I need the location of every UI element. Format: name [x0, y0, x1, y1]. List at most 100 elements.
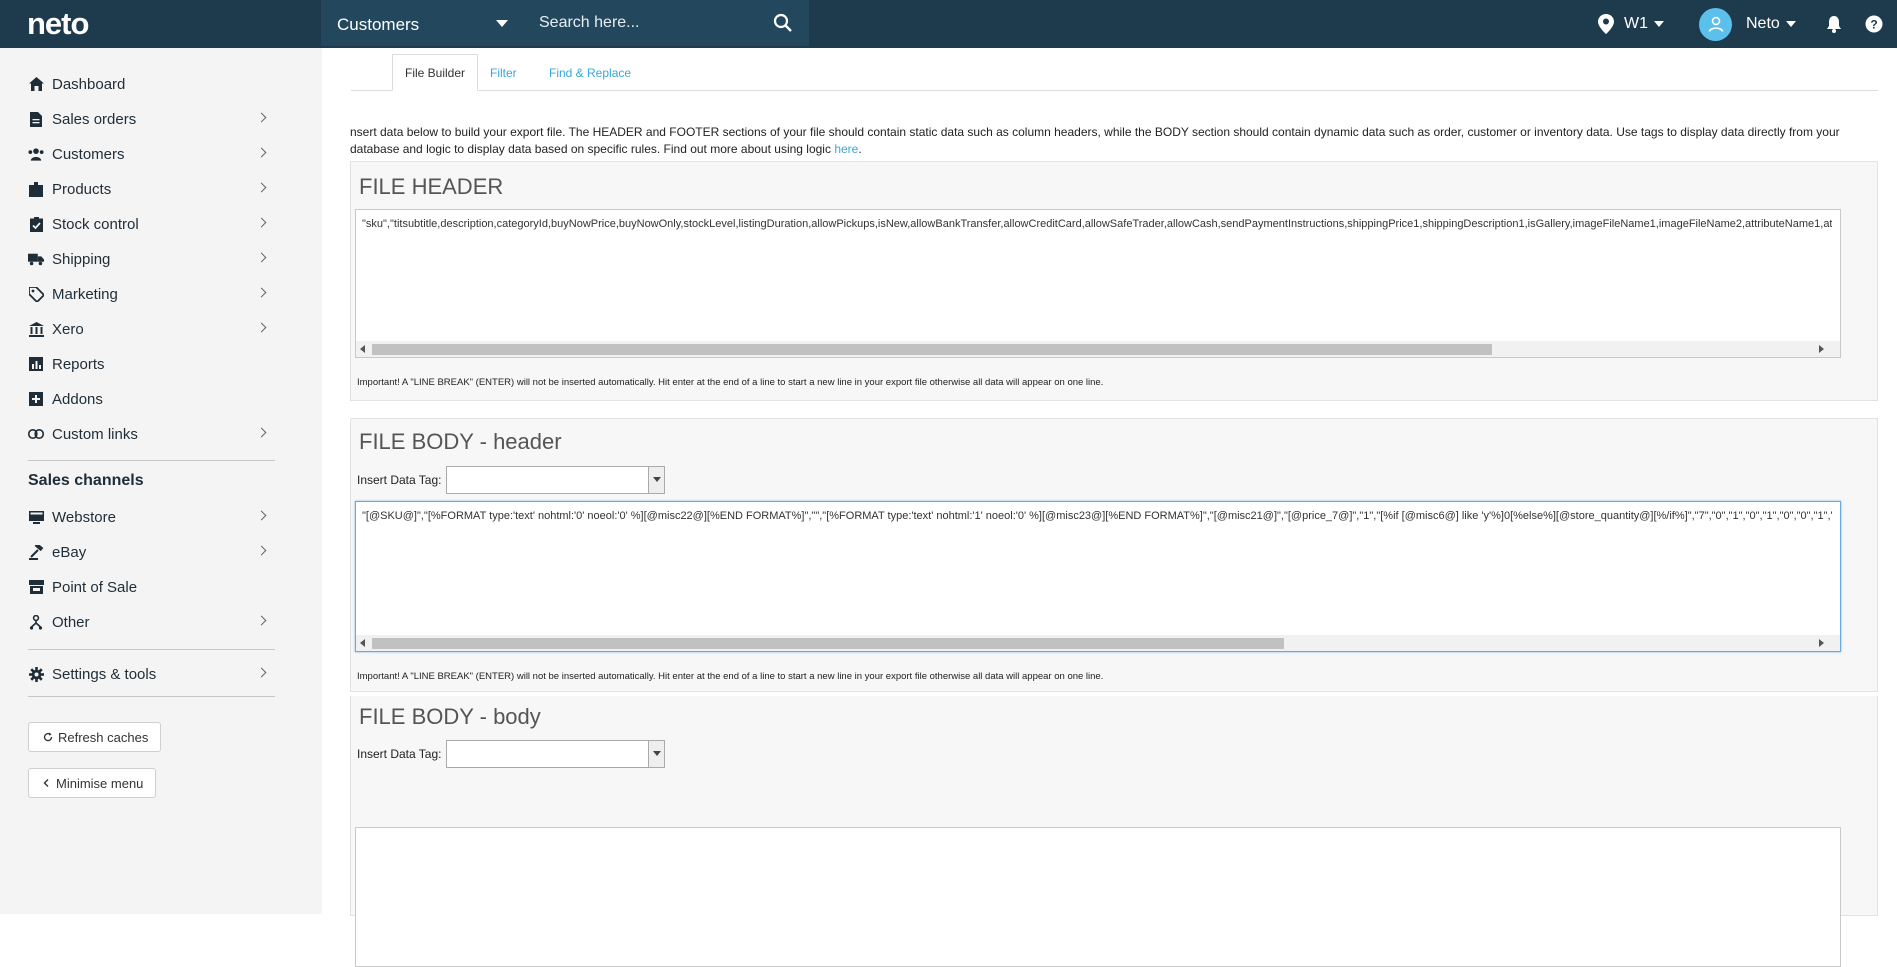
- sidebar-item-reports[interactable]: Reports: [28, 349, 275, 379]
- horizontal-scrollbar[interactable]: [356, 635, 1840, 651]
- intro-text: nsert data below to build your export fi…: [350, 124, 1880, 158]
- line-break-note: Important! A "LINE BREAK" (ENTER) will n…: [357, 671, 1104, 682]
- sidebar-item-label: Other: [52, 613, 90, 631]
- map-pin-icon: [1598, 14, 1614, 34]
- horizontal-scrollbar[interactable]: [356, 341, 1840, 357]
- scrollbar-thumb[interactable]: [372, 638, 1284, 649]
- plus-square-icon: [28, 391, 44, 407]
- tab-find-replace[interactable]: Find & Replace: [537, 54, 643, 91]
- insert-data-tag-select[interactable]: [445, 466, 665, 494]
- tab-filter[interactable]: Filter: [478, 54, 529, 91]
- chevron-down-icon: [1785, 21, 1796, 27]
- sidebar-item-xero[interactable]: Xero: [28, 314, 275, 344]
- file-header-title: FILE HEADER: [359, 174, 504, 199]
- sidebar-divider: [28, 460, 275, 461]
- sidebar-item-other[interactable]: Other: [28, 607, 275, 637]
- chevron-right-icon: [256, 252, 267, 263]
- store-icon: [28, 579, 44, 595]
- user-menu[interactable]: Neto: [1699, 0, 1796, 48]
- scroll-right-icon[interactable]: [1819, 345, 1824, 353]
- chevron-right-icon: [256, 322, 267, 333]
- logic-help-link[interactable]: here: [834, 142, 858, 156]
- sidebar-item-shipping[interactable]: Shipping: [28, 244, 275, 274]
- neto-logo[interactable]: neto: [27, 6, 89, 42]
- file-header-textarea[interactable]: "sku","titsubtitle,description,categoryI…: [355, 209, 1841, 358]
- scroll-left-icon[interactable]: [360, 345, 365, 353]
- insert-data-tag-label: Insert Data Tag:: [357, 747, 442, 761]
- minimise-menu-label: Minimise menu: [56, 775, 144, 791]
- chevron-right-icon: [256, 217, 267, 228]
- sidebar-item-label: Dashboard: [52, 75, 126, 93]
- file-body-body-title: FILE BODY - body: [359, 704, 541, 729]
- insert-data-tag-select[interactable]: [445, 740, 665, 768]
- sidebar-item-customers[interactable]: Customers: [28, 139, 275, 169]
- chevron-right-icon: [256, 182, 267, 193]
- intro-paragraph: nsert data below to build your export fi…: [350, 125, 1840, 156]
- search-input[interactable]: [537, 10, 757, 36]
- notifications-bell-icon[interactable]: [1826, 0, 1842, 48]
- sidebar-item-stock-control[interactable]: Stock control: [28, 209, 275, 239]
- sidebar-item-label: Shipping: [52, 250, 111, 268]
- search-icon[interactable]: [773, 13, 793, 38]
- sidebar-item-ebay[interactable]: eBay: [28, 537, 275, 567]
- sidebar-divider: [28, 649, 275, 650]
- insert-data-tag-row: Insert Data Tag:: [357, 740, 665, 768]
- file-header-content: "sku","titsubtitle,description,categoryI…: [362, 218, 1832, 230]
- truck-icon: [28, 251, 44, 267]
- sidebar-item-label: Marketing: [52, 285, 118, 303]
- file-body-header-panel: FILE BODY - header Insert Data Tag: "[@S…: [350, 418, 1878, 692]
- box-icon: [28, 181, 44, 197]
- help-icon[interactable]: ?: [1865, 0, 1883, 48]
- sidebar-item-custom-links[interactable]: Custom links: [28, 419, 275, 449]
- section-dropdown-label: Customers: [337, 15, 420, 34]
- scroll-right-icon[interactable]: [1819, 639, 1824, 647]
- sidebar-item-label: Stock control: [52, 215, 139, 233]
- minimise-menu-button[interactable]: Minimise menu: [28, 768, 157, 798]
- refresh-icon: [43, 732, 53, 742]
- sidebar-item-label: Products: [52, 180, 112, 198]
- sidebar-item-sales-orders[interactable]: Sales orders: [28, 104, 275, 134]
- svg-text:?: ?: [1870, 18, 1877, 32]
- chart-icon: [28, 356, 44, 372]
- sidebar-divider: [28, 696, 275, 697]
- monitor-icon: [28, 509, 44, 525]
- line-break-note: Important! A "LINE BREAK" (ENTER) will n…: [357, 377, 1104, 388]
- location-dropdown[interactable]: W1: [1598, 0, 1664, 48]
- sidebar-item-products[interactable]: Products: [28, 174, 275, 204]
- sidebar-item-addons[interactable]: Addons: [28, 384, 275, 414]
- chevron-down-icon[interactable]: [647, 741, 664, 767]
- sidebar-item-label: Sales orders: [52, 110, 137, 128]
- user-name: Neto: [1746, 15, 1780, 32]
- user-icon: [1708, 16, 1723, 32]
- avatar: [1699, 7, 1732, 41]
- scroll-left-icon[interactable]: [360, 639, 365, 647]
- sidebar-item-dashboard[interactable]: Dashboard: [28, 69, 275, 99]
- link-icon: [28, 426, 44, 442]
- sidebar-item-webstore[interactable]: Webstore: [28, 502, 275, 532]
- search-box: [525, 0, 809, 46]
- sidebar-item-marketing[interactable]: Marketing: [28, 279, 275, 309]
- file-body-body-textarea[interactable]: [355, 827, 1841, 967]
- file-body-header-content: "[@SKU@]","[%FORMAT type:'text' nohtml:'…: [362, 510, 1832, 522]
- insert-data-tag-label: Insert Data Tag:: [357, 473, 442, 487]
- location-label: W1: [1624, 15, 1648, 32]
- scrollbar-thumb[interactable]: [372, 344, 1492, 355]
- sidebar-item-point-of-sale[interactable]: Point of Sale: [28, 572, 275, 602]
- users-icon: [28, 146, 44, 162]
- refresh-caches-button[interactable]: Refresh caches: [28, 722, 162, 752]
- file-header-panel: FILE HEADER "sku","titsubtitle,descripti…: [350, 161, 1878, 401]
- sitemap-icon: [28, 614, 44, 630]
- sidebar: Dashboard Sales orders Customers Product…: [0, 48, 322, 914]
- sidebar-item-label: Webstore: [52, 508, 116, 526]
- file-body-header-title: FILE BODY - header: [359, 429, 562, 454]
- insert-data-tag-row: Insert Data Tag:: [357, 466, 665, 494]
- sidebar-item-label: Settings & tools: [52, 665, 157, 683]
- tab-file-builder[interactable]: File Builder: [392, 54, 479, 91]
- top-bar: neto Customers W1 Neto ?: [0, 0, 1897, 48]
- chevron-right-icon: [256, 287, 267, 298]
- sidebar-item-settings-tools[interactable]: Settings & tools: [28, 659, 275, 689]
- gavel-icon: [28, 544, 44, 560]
- file-body-header-textarea[interactable]: "[@SKU@]","[%FORMAT type:'text' nohtml:'…: [355, 501, 1841, 652]
- chevron-right-icon: [256, 667, 267, 678]
- chevron-down-icon[interactable]: [647, 467, 664, 493]
